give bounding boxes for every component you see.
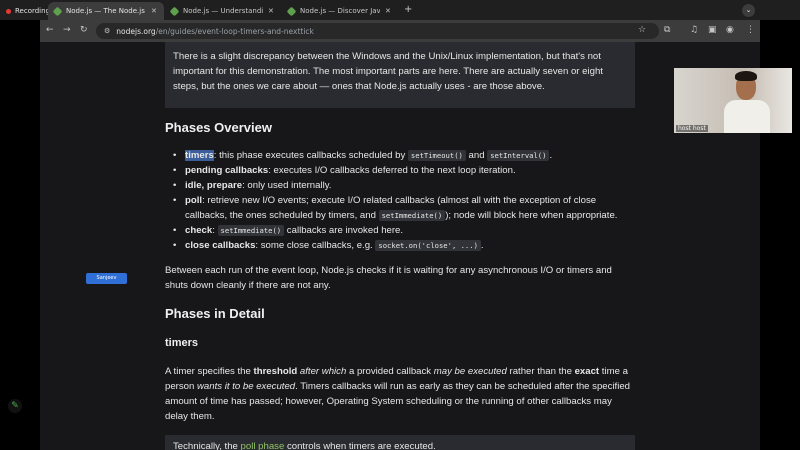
- list-item: idle, prepare: only used internally.: [173, 178, 635, 193]
- url-path: /en/guides/event-loop-timers-and-nexttic…: [155, 26, 314, 36]
- bookmark-star-icon[interactable]: ☆: [638, 25, 646, 35]
- code-socket-on-close: socket.on('close', ...): [375, 240, 481, 251]
- media-controls-icon[interactable]: ♫: [690, 25, 698, 35]
- reload-icon[interactable]: ↻: [80, 25, 88, 35]
- phase-term: timers: [185, 150, 214, 161]
- phase-term: close callbacks: [185, 240, 256, 251]
- callout-note: There is a slight discrepancy between th…: [165, 42, 635, 108]
- between-paragraph: Between each run of the event loop, Node…: [165, 265, 612, 291]
- participant-chip[interactable]: Sanjeev: [86, 273, 127, 284]
- close-icon[interactable]: ✕: [268, 7, 274, 15]
- list-item: poll: retrieve new I/O events; execute I…: [173, 193, 635, 223]
- phase-text: : only used internally.: [242, 180, 332, 191]
- tab-search-chevron-icon[interactable]: ⌄: [742, 4, 755, 17]
- list-item: check: setImmediate() callbacks are invo…: [173, 223, 635, 238]
- poll-phase-link[interactable]: poll phase: [241, 441, 285, 450]
- phase-text: and: [465, 150, 488, 161]
- list-item: close callbacks: some close callbacks, e…: [173, 238, 635, 253]
- phase-text: .: [549, 150, 553, 161]
- presenter-name: host host: [676, 125, 708, 132]
- tab-title: Node.js — The Node.js Event: [66, 7, 146, 15]
- list-item: pending callbacks: executes I/O callback…: [173, 163, 635, 178]
- callout-text: Technically, the: [173, 441, 241, 450]
- phase-text: callbacks are invoked here.: [284, 225, 404, 236]
- more-menu-icon[interactable]: ⋮: [746, 25, 755, 35]
- phase-text: : this phase executes callbacks schedule…: [213, 150, 408, 161]
- profile-icon[interactable]: ◉: [726, 25, 734, 35]
- close-icon[interactable]: ✕: [151, 7, 157, 15]
- tab-strip: Recording Node.js — The Node.js Event ✕ …: [0, 0, 800, 20]
- timers-heading: timers: [165, 337, 199, 349]
- phase-term: idle, prepare: [185, 180, 243, 191]
- close-icon[interactable]: ✕: [385, 7, 391, 15]
- callout-text: controls when timers are executed.: [284, 441, 436, 450]
- phases-overview-heading: Phases Overview: [165, 120, 272, 135]
- extensions-icon[interactable]: ⧉: [664, 25, 670, 35]
- nodejs-favicon-icon: [169, 6, 180, 16]
- phase-term: poll: [185, 195, 203, 206]
- callout-note: Technically, the poll phase controls whe…: [165, 435, 635, 450]
- record-dot-icon: [6, 8, 11, 14]
- presenter-video: host host: [674, 68, 792, 133]
- phase-text: .: [480, 240, 484, 251]
- url-host: nodejs.org: [116, 26, 156, 36]
- tab-understanding[interactable]: Node.js — Understanding pr ✕: [165, 2, 281, 20]
- phase-text: : executes I/O callbacks deferred to the…: [268, 165, 516, 176]
- list-item: timers: this phase executes callbacks sc…: [173, 148, 635, 163]
- recording-label: Recording: [15, 7, 51, 15]
- new-tab-button[interactable]: +: [404, 4, 412, 15]
- pen-icon[interactable]: ✎: [8, 399, 22, 413]
- nodejs-favicon-icon: [286, 6, 297, 16]
- phase-text: :: [212, 225, 218, 236]
- presenter-body: [724, 100, 770, 133]
- code-setimmediate: setImmediate(): [217, 225, 285, 236]
- tab-title: Node.js — Discover JavaScri: [300, 7, 380, 15]
- phase-term: check: [185, 225, 213, 236]
- phases-list: timers: this phase executes callbacks sc…: [173, 148, 635, 253]
- address-bar[interactable]: ⚙ nodejs.org/en/guides/event-loop-timers…: [96, 23, 659, 39]
- phase-text: ); node will block here when appropriate…: [445, 210, 618, 221]
- back-arrow-icon[interactable]: ←: [46, 25, 54, 35]
- page-viewport: There is a slight discrepancy between th…: [40, 42, 760, 450]
- timers-paragraph: A timer specifies the threshold after wh…: [165, 366, 631, 422]
- browser-toolbar: ← → ↻ ⚙ nodejs.org/en/guides/event-loop-…: [40, 20, 760, 42]
- callout-text: There is a slight discrepancy between th…: [173, 51, 603, 92]
- forward-arrow-icon[interactable]: →: [63, 25, 71, 35]
- phase-term: pending callbacks: [185, 165, 269, 176]
- recording-indicator[interactable]: Recording: [6, 5, 50, 17]
- tab-discover[interactable]: Node.js — Discover JavaScri ✕: [282, 2, 398, 20]
- phase-text: : some close callbacks, e.g.: [255, 240, 376, 251]
- code-setinterval: setInterval(): [487, 150, 550, 161]
- phases-detail-heading: Phases in Detail: [165, 306, 265, 321]
- tab-title: Node.js — Understanding pr: [183, 7, 263, 15]
- nodejs-favicon-icon: [52, 6, 63, 16]
- side-panel-icon[interactable]: ▣: [708, 25, 717, 35]
- tab-event-loop[interactable]: Node.js — The Node.js Event ✕: [48, 2, 164, 20]
- code-settimeout: setTimeout(): [407, 150, 466, 161]
- code-setimmediate: setImmediate(): [378, 210, 446, 221]
- site-info-icon[interactable]: ⚙: [104, 27, 110, 35]
